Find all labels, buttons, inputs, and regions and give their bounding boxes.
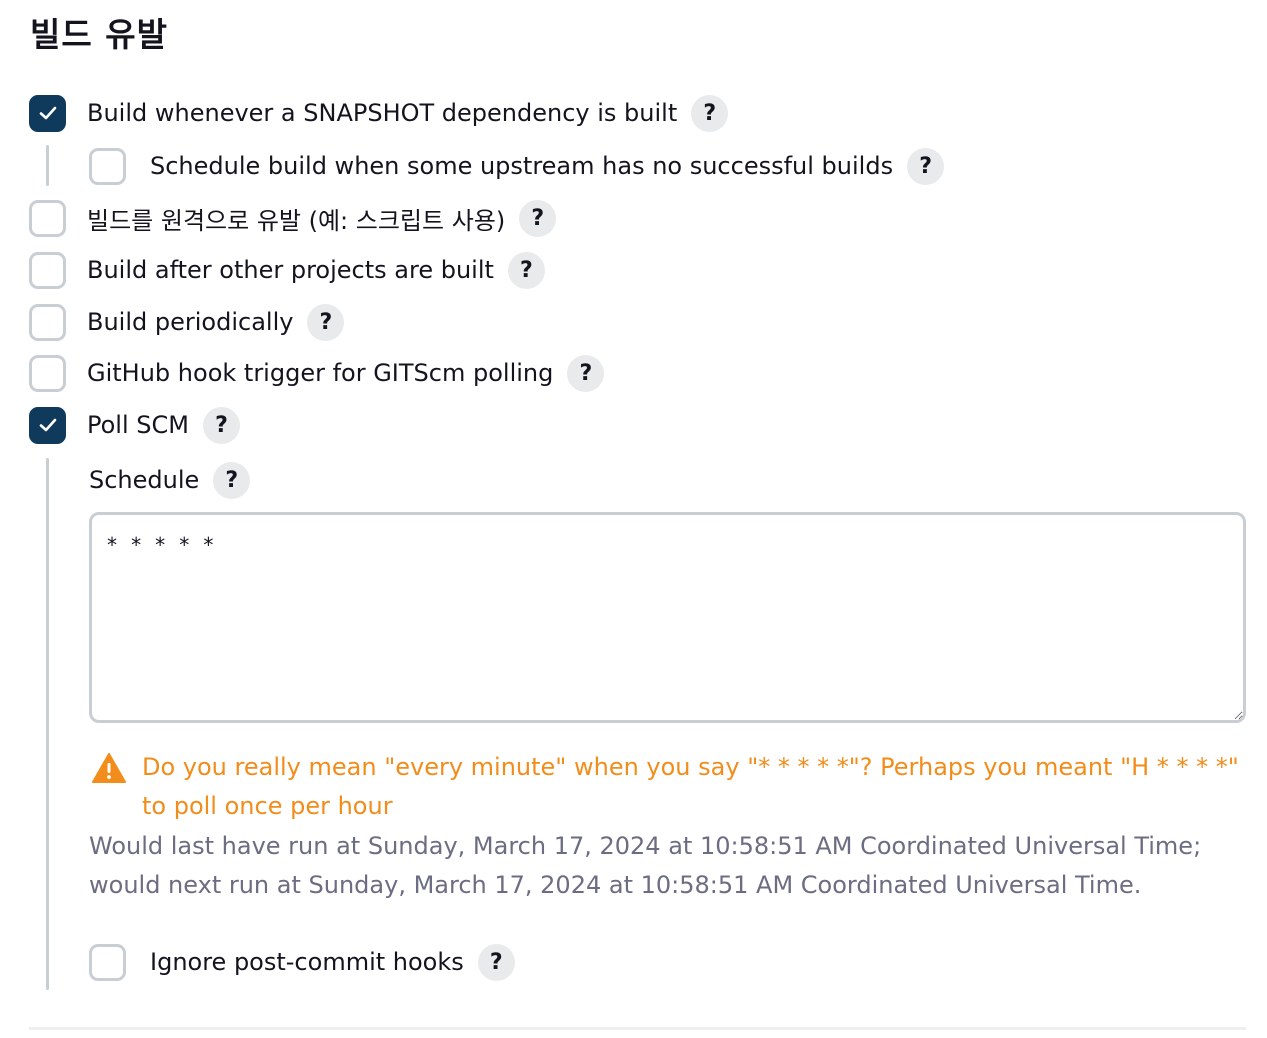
poll-scm-label: Poll SCM — [87, 411, 189, 439]
poll-scm-nested-line — [46, 458, 49, 990]
upstream-help-icon[interactable]: ? — [907, 147, 945, 185]
schedule-label: Schedule — [89, 466, 200, 494]
trigger-github-hook-row: GitHub hook trigger for GITScm polling ? — [29, 352, 605, 394]
trigger-poll-scm-row: Poll SCM ? — [29, 404, 240, 446]
github-hook-checkbox[interactable] — [29, 354, 66, 392]
cron-warning: Do you really mean "every minute" when y… — [91, 748, 1251, 826]
ignore-hooks-checkbox[interactable] — [89, 943, 126, 981]
ignore-hooks-help-icon[interactable]: ? — [477, 943, 515, 981]
periodic-help-icon[interactable]: ? — [307, 303, 345, 341]
trigger-after-other-row: Build after other projects are built ? — [29, 249, 545, 291]
warning-icon — [91, 748, 128, 787]
schedule-label-row: Schedule ? — [89, 459, 251, 501]
trigger-upstream-row: Schedule build when some upstream has no… — [89, 145, 945, 187]
upstream-checkbox[interactable] — [89, 147, 126, 185]
github-hook-help-icon[interactable]: ? — [567, 354, 605, 392]
schedule-input[interactable]: * * * * * — [89, 512, 1246, 723]
after-other-help-icon[interactable]: ? — [507, 251, 545, 289]
warning-text: Do you really mean "every minute" when y… — [142, 753, 1239, 820]
snapshot-help-icon[interactable]: ? — [691, 94, 729, 132]
after-other-label: Build after other projects are built — [87, 256, 494, 284]
after-other-checkbox[interactable] — [29, 251, 66, 289]
checkmark-icon — [39, 418, 56, 432]
periodic-label: Build periodically — [87, 308, 294, 336]
checkmark-icon — [39, 106, 56, 120]
schedule-run-info: Would last have run at Sunday, March 17,… — [89, 832, 1202, 899]
schedule-help-icon[interactable]: ? — [213, 461, 251, 499]
section-divider — [29, 1027, 1246, 1030]
remote-help-icon[interactable]: ? — [519, 199, 557, 237]
periodic-checkbox[interactable] — [29, 303, 66, 341]
trigger-remote-row: 빌드를 원격으로 유발 (예: 스크립트 사용) ? — [29, 197, 557, 239]
snapshot-nested-line — [46, 145, 49, 186]
ignore-hooks-row: Ignore post-commit hooks ? — [89, 941, 515, 983]
ignore-hooks-label: Ignore post-commit hooks — [150, 948, 464, 976]
upstream-label: Schedule build when some upstream has no… — [150, 152, 894, 180]
remote-checkbox[interactable] — [29, 199, 66, 237]
poll-scm-checkbox[interactable] — [29, 406, 66, 444]
section-title: 빌드 유발 — [30, 15, 168, 54]
snapshot-checkbox[interactable] — [29, 94, 66, 132]
remote-label: 빌드를 원격으로 유발 (예: 스크립트 사용) — [87, 206, 506, 235]
github-hook-label: GitHub hook trigger for GITScm polling — [87, 359, 554, 387]
poll-scm-help-icon[interactable]: ? — [202, 406, 240, 444]
trigger-periodic-row: Build periodically ? — [29, 301, 345, 343]
snapshot-label: Build whenever a SNAPSHOT dependency is … — [87, 99, 678, 127]
trigger-snapshot-row: Build whenever a SNAPSHOT dependency is … — [29, 92, 729, 134]
